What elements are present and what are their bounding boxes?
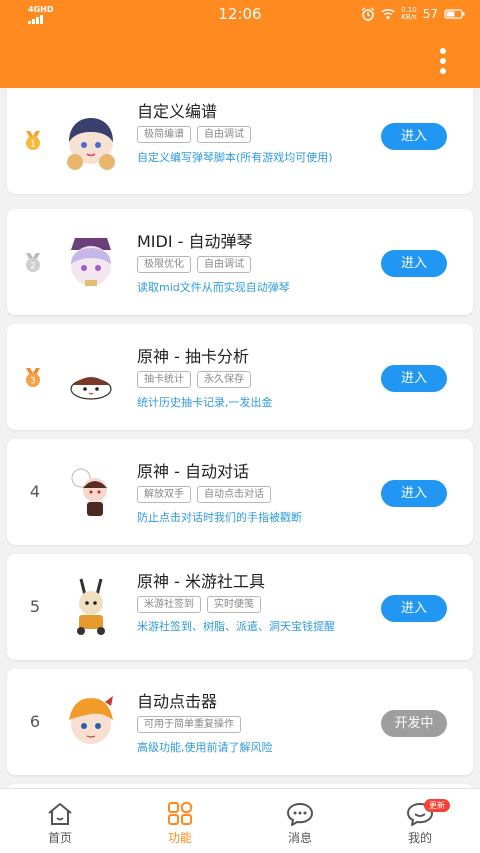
feature-tag: 自由调试 <box>197 126 251 143</box>
rank-gold-icon: 1 <box>26 131 40 150</box>
feature-tag: 米游社签到 <box>137 596 201 613</box>
app-bar <box>0 30 480 88</box>
enter-button[interactable]: 进入 <box>381 480 447 507</box>
feature-tag: 实时便笺 <box>207 596 261 613</box>
feature-description: 自定义编写弹琴脚本(所有游戏均可使用) <box>137 151 333 164</box>
chat-icon <box>287 803 313 826</box>
tag-group: 极简编谱 自由调试 <box>137 126 251 143</box>
character-avatar <box>67 118 115 170</box>
feature-title: 原神 - 米游社工具 <box>137 572 265 591</box>
bottom-nav: 首页 功能 消息 更新 我的 <box>0 788 480 853</box>
grid-icon <box>168 801 193 825</box>
list-item: 4 原神 - 自动对话 解放双手 自动点击对话 防止点击对话时我们的手指被戳断 … <box>7 439 473 545</box>
character-avatar <box>70 377 112 400</box>
feature-title: 自定义编谱 <box>137 102 218 121</box>
feature-tag: 解放双手 <box>137 486 191 503</box>
feature-tag: 抽卡统计 <box>137 371 191 388</box>
feature-title: 原神 - 自动对话 <box>137 462 249 481</box>
rank-silver-icon: 2 <box>26 253 40 272</box>
home-icon <box>48 803 72 825</box>
tab-features[interactable]: 功能 <box>120 789 240 853</box>
feature-description: 米游社签到、树脂、派遣、洞天宝钱提醒 <box>137 620 335 633</box>
feature-description: 防止点击对话时我们的手指被戳断 <box>137 511 302 524</box>
character-avatar <box>71 468 107 516</box>
feature-tag: 自动点击对话 <box>197 486 271 503</box>
feature-list: 1 自定义编谱 极简编谱 自由调试 自定义编写弹琴脚本(所有游戏均可使用) 进入… <box>0 88 480 788</box>
character-avatar <box>77 578 105 635</box>
tab-label: 功能 <box>167 831 192 845</box>
tag-group: 解放双手 自动点击对话 <box>137 486 271 503</box>
feature-description: 读取mid文件从而实现自动弹琴 <box>137 281 290 294</box>
alarm-icon <box>361 7 375 21</box>
feature-tag: 可用于简单重复操作 <box>137 716 241 733</box>
rank-label: 1 <box>30 140 36 150</box>
speed-unit: KB/s <box>401 13 417 21</box>
tab-label: 我的 <box>407 831 432 845</box>
feature-description: 统计历史抽卡记录,一发出金 <box>137 396 273 409</box>
feature-description: 高级功能,使用前请了解风险 <box>137 741 273 754</box>
enter-button[interactable]: 进入 <box>381 365 447 392</box>
more-options-icon[interactable] <box>438 48 448 74</box>
update-badge: 更新 <box>424 799 450 812</box>
network-speed: 0.10 KB/s <box>401 7 417 21</box>
list-item: 2 MIDI - 自动弹琴 极限优化 自由调试 读取mid文件从而实现自动弹琴 … <box>7 209 473 315</box>
status-bar: 4GHD 12:06 0.10 KB/s 57 <box>0 0 480 30</box>
feature-tag: 自由调试 <box>197 256 251 273</box>
rank-number: 5 <box>29 597 41 616</box>
enter-button[interactable]: 进入 <box>381 250 447 277</box>
tab-home[interactable]: 首页 <box>0 789 120 853</box>
feature-title: 自动点击器 <box>137 692 218 711</box>
tab-label: 首页 <box>47 831 72 845</box>
feature-tag: 极简编谱 <box>137 126 191 143</box>
tag-group: 可用于简单重复操作 <box>137 716 241 733</box>
enter-button[interactable]: 进入 <box>381 595 447 622</box>
tag-group: 米游社签到 实时便笺 <box>137 596 261 613</box>
tag-group: 极限优化 自由调试 <box>137 256 251 273</box>
list-item: 1 自定义编谱 极简编谱 自由调试 自定义编写弹琴脚本(所有游戏均可使用) 进入 <box>7 88 473 194</box>
battery-level: 57 <box>422 7 438 21</box>
list-item: 3 原神 - 抽卡分析 抽卡统计 永久保存 统计历史抽卡记录,一发出金 进入 <box>7 324 473 430</box>
feature-title: MIDI - 自动弹琴 <box>137 232 253 251</box>
rank-bronze-icon: 3 <box>26 368 40 387</box>
rank-label: 3 <box>30 377 36 387</box>
list-item: 6 自动点击器 可用于简单重复操作 高级功能,使用前请了解风险 开发中 <box>7 669 473 775</box>
wifi-icon <box>381 8 395 19</box>
tab-profile[interactable]: 更新 我的 <box>360 789 480 853</box>
rank-number: 4 <box>29 482 41 501</box>
character-avatar <box>71 238 111 286</box>
feature-tag: 永久保存 <box>197 371 251 388</box>
rank-number: 6 <box>29 712 41 731</box>
tag-group: 抽卡统计 永久保存 <box>137 371 251 388</box>
enter-button[interactable]: 进入 <box>381 123 447 150</box>
rank-label: 2 <box>30 262 36 272</box>
feature-tag: 极限优化 <box>137 256 191 273</box>
in-development-button[interactable]: 开发中 <box>381 710 447 737</box>
battery-icon <box>444 9 465 19</box>
tab-messages[interactable]: 消息 <box>240 789 360 853</box>
feature-title: 原神 - 抽卡分析 <box>137 347 249 366</box>
list-item: 5 原神 - 米游社工具 米游社签到 实时便笺 米游社签到、树脂、派遣、洞天宝钱… <box>7 554 473 660</box>
tab-label: 消息 <box>287 831 312 845</box>
character-avatar <box>69 696 113 744</box>
